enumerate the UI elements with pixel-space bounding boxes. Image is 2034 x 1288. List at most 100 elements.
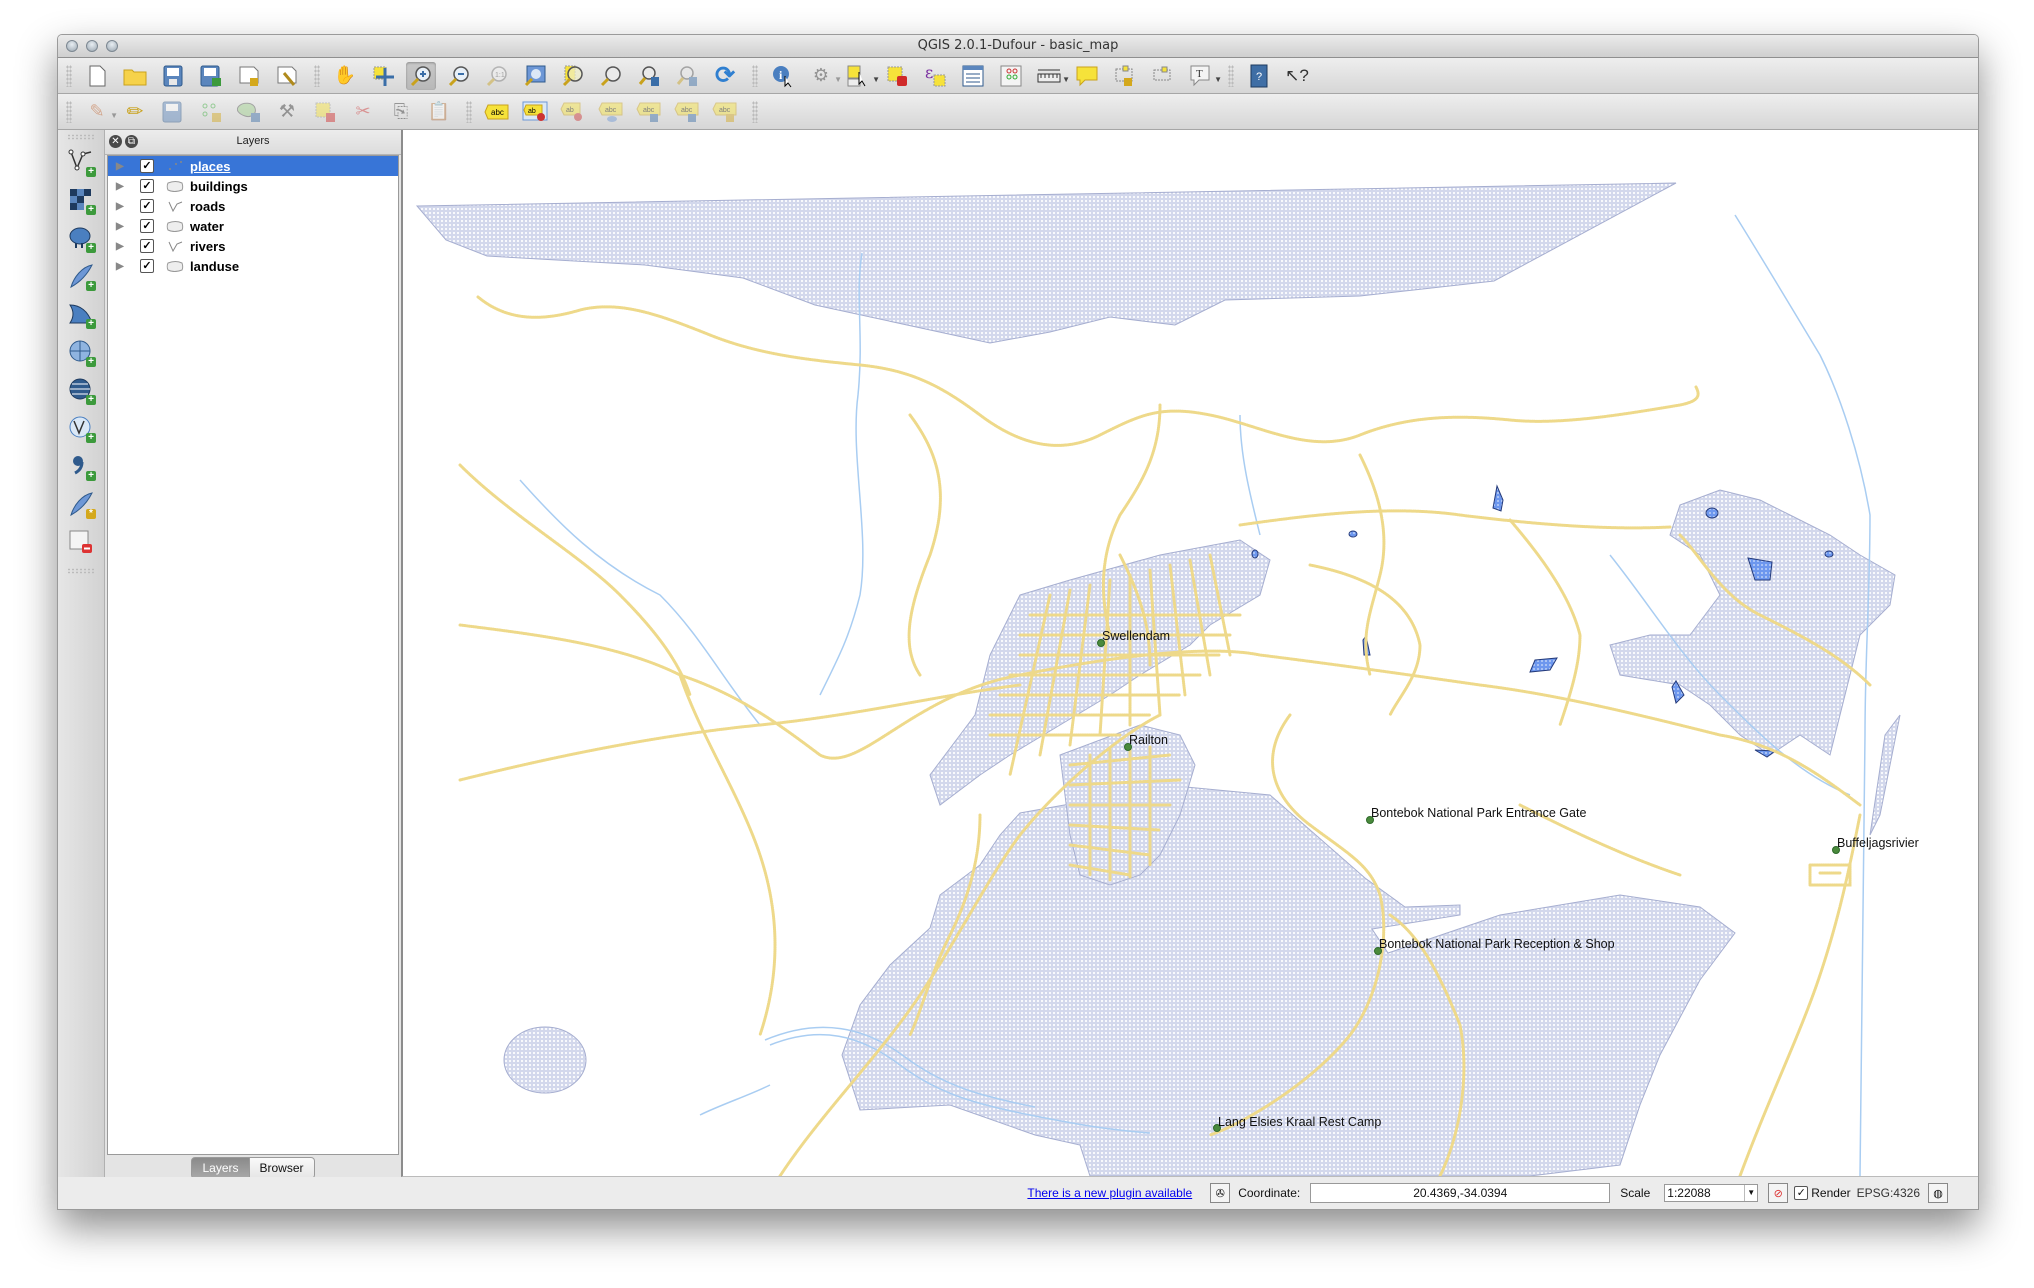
add-spatialite-layer-button[interactable]: + xyxy=(65,260,97,292)
identify-button[interactable]: i xyxy=(768,62,798,90)
move-feature-button[interactable] xyxy=(234,98,264,126)
add-feature-button[interactable] xyxy=(196,98,226,126)
layer-row-rivers[interactable]: ▶ ✓ rivers xyxy=(108,236,398,256)
toolbar-grip[interactable] xyxy=(66,64,72,87)
select-by-expression-button[interactable]: ε xyxy=(920,62,950,90)
add-delimited-text-layer-button[interactable]: + xyxy=(65,450,97,482)
layer-visibility-checkbox[interactable]: ✓ xyxy=(140,219,154,233)
copy-features-button[interactable]: ⎘ xyxy=(386,98,416,126)
toolbar-grip[interactable] xyxy=(1228,64,1234,87)
plus-icon: + xyxy=(86,395,96,405)
expand-arrow-icon[interactable]: ▶ xyxy=(116,221,124,232)
whats-this-button[interactable]: ↖? xyxy=(1282,62,1312,90)
zoom-native-icon: 1:1 xyxy=(486,65,507,86)
toolbar-grip[interactable] xyxy=(752,64,758,87)
layer-visibility-checkbox[interactable]: ✓ xyxy=(140,159,154,173)
rotate-label-button[interactable]: abc xyxy=(672,98,702,126)
add-wcs-layer-button[interactable]: + xyxy=(65,374,97,406)
pan-to-selection-button[interactable] xyxy=(368,62,398,90)
select-features-button[interactable]: ▼ xyxy=(844,62,880,90)
toolbar-grip[interactable] xyxy=(314,64,320,87)
toolbar-grip[interactable] xyxy=(752,100,758,123)
save-layer-edits-button[interactable] xyxy=(158,98,188,126)
tab-browser[interactable]: Browser xyxy=(249,1157,315,1179)
field-calculator-button[interactable] xyxy=(996,62,1026,90)
coordinate-field[interactable]: 20.4369,-34.0394 xyxy=(1310,1183,1611,1203)
toggle-editing-button[interactable]: ✏ xyxy=(120,98,150,126)
crs-button[interactable]: ◍ xyxy=(1928,1183,1948,1203)
toggle-extents-button[interactable]: ✇ xyxy=(1210,1183,1231,1203)
delete-selected-button[interactable] xyxy=(310,98,340,126)
new-print-composer-button[interactable] xyxy=(234,62,264,90)
cut-features-button[interactable]: ✂ xyxy=(348,98,378,126)
label-tool-button[interactable]: abc xyxy=(482,98,512,126)
attribute-table-button[interactable] xyxy=(958,62,988,90)
show-bookmarks-button[interactable] xyxy=(1148,62,1178,90)
highlight-pinned-labels-button[interactable]: abc xyxy=(596,98,626,126)
toolbar-grip[interactable] xyxy=(67,568,95,574)
toolbar-grip[interactable] xyxy=(66,100,72,123)
help-contents-button[interactable]: ? xyxy=(1244,62,1274,90)
text-annotation-button[interactable]: T ▼ xyxy=(1186,62,1222,90)
current-edits-button[interactable]: ✎ ▼ xyxy=(82,98,118,126)
expand-arrow-icon[interactable]: ▶ xyxy=(116,261,124,272)
layer-row-water[interactable]: ▶ ✓ water xyxy=(108,216,398,236)
add-wms-layer-button[interactable]: + xyxy=(65,336,97,368)
layer-visibility-checkbox[interactable]: ✓ xyxy=(140,259,154,273)
open-project-button[interactable] xyxy=(120,62,150,90)
zoom-to-selection-button[interactable] xyxy=(558,62,588,90)
layer-row-places[interactable]: ▶ ✓ places xyxy=(108,156,398,176)
expand-arrow-icon[interactable]: ▶ xyxy=(116,241,124,252)
zoom-next-button[interactable] xyxy=(672,62,702,90)
show-hide-labels-button[interactable]: ab xyxy=(558,98,588,126)
change-label-button[interactable]: abc xyxy=(710,98,740,126)
run-action-button[interactable]: ⚙ ▼ xyxy=(806,62,842,90)
layer-visibility-checkbox[interactable]: ✓ xyxy=(140,179,154,193)
refresh-button[interactable]: ⟳ xyxy=(710,62,740,90)
stop-render-button[interactable]: ⊘ xyxy=(1768,1183,1789,1203)
deselect-all-button[interactable] xyxy=(882,62,912,90)
composer-manager-button[interactable] xyxy=(272,62,302,90)
scale-combobox[interactable]: 1:22088 ▼ xyxy=(1664,1184,1759,1202)
expand-arrow-icon[interactable]: ▶ xyxy=(116,161,124,172)
render-checkbox[interactable]: ✓ xyxy=(1794,1186,1809,1200)
move-label-button[interactable]: abc xyxy=(634,98,664,126)
paste-features-button[interactable]: 📋 xyxy=(424,98,454,126)
new-plugin-link[interactable]: There is a new plugin available xyxy=(1027,1186,1192,1200)
crs-status[interactable]: EPSG:4326 xyxy=(1857,1186,1920,1200)
tab-layers[interactable]: Layers xyxy=(191,1157,250,1179)
save-project-as-button[interactable] xyxy=(196,62,226,90)
layer-row-roads[interactable]: ▶ ✓ roads xyxy=(108,196,398,216)
map-tips-button[interactable] xyxy=(1072,62,1102,90)
toolbar-grip[interactable] xyxy=(466,100,472,123)
node-tool-button[interactable]: ⚒ xyxy=(272,98,302,126)
remove-layer-button[interactable] xyxy=(65,526,97,558)
add-mssql-layer-button[interactable]: + xyxy=(65,298,97,330)
expand-arrow-icon[interactable]: ▶ xyxy=(116,201,124,212)
toolbar-grip[interactable] xyxy=(67,134,95,140)
add-vector-layer-button[interactable]: + xyxy=(65,146,97,178)
add-wfs-layer-button[interactable]: + xyxy=(65,412,97,444)
new-bookmark-button[interactable] xyxy=(1110,62,1140,90)
zoom-out-button[interactable] xyxy=(444,62,474,90)
layer-visibility-checkbox[interactable]: ✓ xyxy=(140,239,154,253)
zoom-last-button[interactable] xyxy=(634,62,664,90)
new-shapefile-layer-button[interactable]: * xyxy=(65,488,97,520)
add-postgis-layer-button[interactable]: + xyxy=(65,222,97,254)
save-project-button[interactable] xyxy=(158,62,188,90)
map-canvas[interactable]: Swellendam Railton Bontebok National Par… xyxy=(401,130,1978,1177)
pan-map-button[interactable]: ✋ xyxy=(330,62,360,90)
expand-arrow-icon[interactable]: ▶ xyxy=(116,181,124,192)
label-icon: abc xyxy=(484,104,509,119)
layer-visibility-checkbox[interactable]: ✓ xyxy=(140,199,154,213)
pin-labels-button[interactable]: ab xyxy=(520,98,550,126)
add-raster-layer-button[interactable]: + xyxy=(65,184,97,216)
layer-row-landuse[interactable]: ▶ ✓ landuse xyxy=(108,256,398,276)
layer-row-buildings[interactable]: ▶ ✓ buildings xyxy=(108,176,398,196)
new-project-button[interactable] xyxy=(82,62,112,90)
measure-button[interactable]: ▼ xyxy=(1034,62,1070,90)
zoom-to-layer-button[interactable] xyxy=(596,62,626,90)
zoom-full-button[interactable] xyxy=(520,62,550,90)
zoom-in-button[interactable] xyxy=(406,61,436,90)
zoom-native-button[interactable]: 1:1 xyxy=(482,62,512,90)
